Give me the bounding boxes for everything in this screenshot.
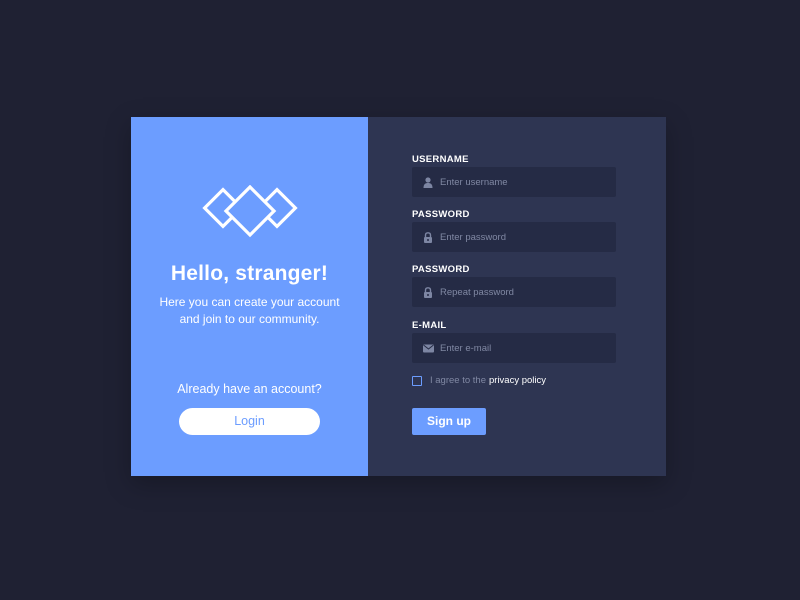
email-input[interactable]	[440, 334, 616, 362]
page-title: Hello, stranger!	[170, 262, 329, 285]
signup-form: USERNAME PASSWORD PASSWORD E-MAIL	[368, 117, 666, 476]
agree-checkbox[interactable]	[412, 375, 422, 386]
privacy-policy-link[interactable]: privacy policy	[489, 375, 546, 386]
intro-line: Here you can create your account	[159, 295, 340, 309]
signup-button[interactable]: Sign up	[412, 408, 486, 435]
lock-icon	[421, 230, 435, 244]
repeat-password-input[interactable]	[440, 278, 616, 306]
mail-icon	[421, 341, 435, 355]
repeat-password-field-box[interactable]	[412, 277, 616, 307]
password-label: PASSWORD	[412, 209, 470, 220]
intro-line: and join to our community.	[179, 312, 320, 326]
stacked-diamonds-logo	[202, 185, 298, 238]
signup-card: Hello, stranger! Here you can create you…	[131, 117, 666, 476]
intro-text: Here you can create your account and joi…	[131, 294, 368, 328]
already-account-text: Already have an account?	[177, 382, 322, 396]
email-label: E-MAIL	[412, 320, 447, 331]
username-field-box[interactable]	[412, 167, 616, 197]
agree-row: I agree to the privacy policy	[412, 375, 546, 386]
login-button[interactable]: Login	[179, 408, 320, 435]
username-label: USERNAME	[412, 154, 469, 165]
welcome-panel: Hello, stranger! Here you can create you…	[131, 117, 368, 476]
username-input[interactable]	[440, 168, 616, 196]
password-field-box[interactable]	[412, 222, 616, 252]
user-icon	[421, 175, 435, 189]
repeat-password-label: PASSWORD	[412, 264, 470, 275]
password-input[interactable]	[440, 223, 616, 251]
agree-text: I agree to the	[430, 375, 486, 386]
lock-icon	[421, 285, 435, 299]
email-field-box[interactable]	[412, 333, 616, 363]
